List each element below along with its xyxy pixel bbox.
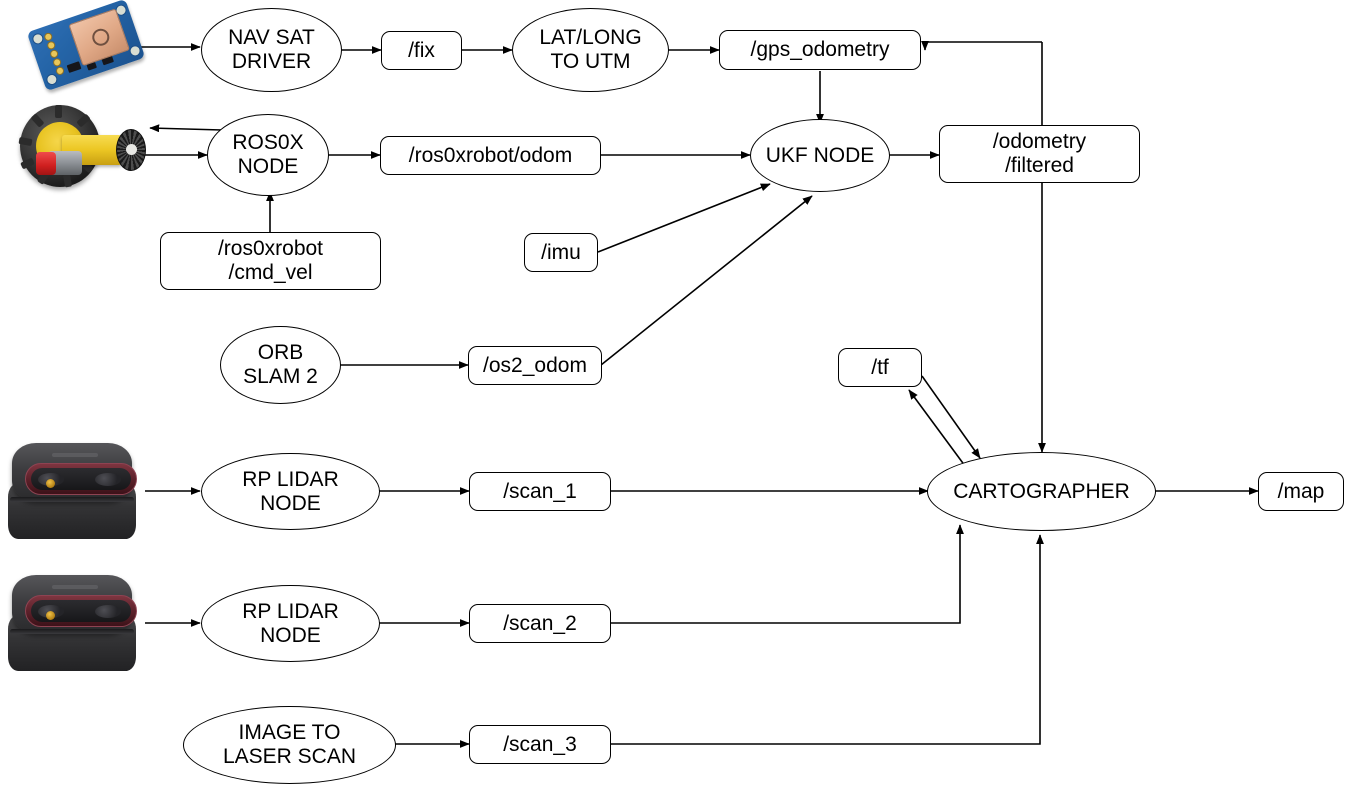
topic-odometry-filtered[interactable]: /odometry /filtered xyxy=(939,125,1140,183)
node-cartographer[interactable]: CARTOGRAPHER xyxy=(927,452,1156,531)
node-rp-lidar-1[interactable]: RP LIDAR NODE xyxy=(201,453,380,530)
topic-gps-odometry[interactable]: /gps_odometry xyxy=(719,30,921,70)
node-graph-canvas: NAV SAT DRIVER LAT/LONG TO UTM ROS0X NOD… xyxy=(0,0,1351,796)
node-nav-sat-driver[interactable]: NAV SAT DRIVER xyxy=(201,8,342,92)
wheel-motor-image xyxy=(18,103,150,201)
topic-map[interactable]: /map xyxy=(1258,472,1344,511)
rplidar-image-2 xyxy=(4,569,144,679)
topic-os2-odom[interactable]: /os2_odom xyxy=(468,346,602,385)
topic-scan-3[interactable]: /scan_3 xyxy=(469,725,611,764)
topic-scan-1[interactable]: /scan_1 xyxy=(469,472,611,511)
node-rp-lidar-2[interactable]: RP LIDAR NODE xyxy=(201,585,380,662)
node-ukf[interactable]: UKF NODE xyxy=(750,119,890,192)
topic-scan-2[interactable]: /scan_2 xyxy=(469,604,611,643)
node-lat-long-to-utm[interactable]: LAT/LONG TO UTM xyxy=(512,8,669,92)
edge-layer xyxy=(132,40,1259,748)
node-image-to-laser-scan[interactable]: IMAGE TO LASER SCAN xyxy=(183,706,396,784)
topic-fix[interactable]: /fix xyxy=(381,31,462,70)
node-ros0x[interactable]: ROS0X NODE xyxy=(207,114,329,196)
topic-tf[interactable]: /tf xyxy=(838,348,922,387)
rplidar-image-1 xyxy=(4,437,144,547)
topic-imu[interactable]: /imu xyxy=(524,233,598,272)
gps-module-image xyxy=(26,0,146,95)
topic-ros0xrobot-cmd-vel[interactable]: /ros0xrobot /cmd_vel xyxy=(160,232,381,290)
topic-ros0xrobot-odom[interactable]: /ros0xrobot/odom xyxy=(380,136,601,175)
node-orb-slam-2[interactable]: ORB SLAM 2 xyxy=(220,326,341,404)
